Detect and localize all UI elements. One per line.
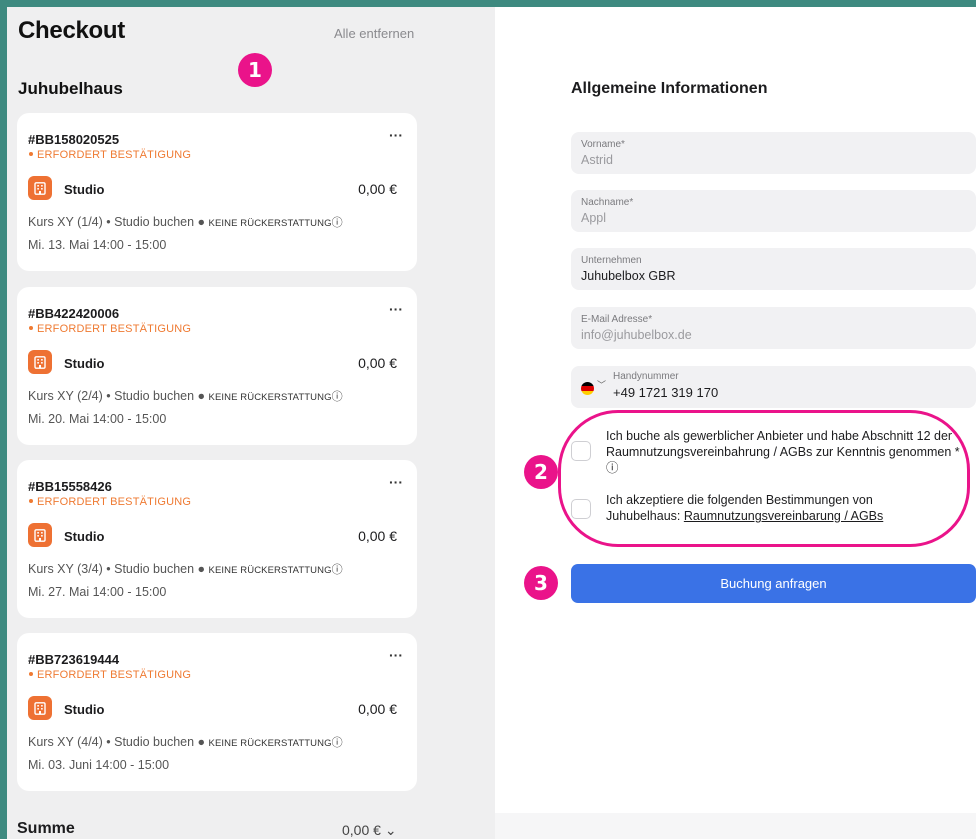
booking-description: Kurs XY (4/4) • Studio buchen ● KEINE RÜ… xyxy=(28,734,343,750)
company-label: Unternehmen xyxy=(581,255,642,266)
footer-bar xyxy=(495,813,976,839)
consent-highlight xyxy=(558,410,970,547)
company-field[interactable]: Unternehmen Juhubelbox GBR xyxy=(571,248,976,290)
building-icon xyxy=(28,350,52,374)
refund-label: KEINE RÜCKERSTATTUNG xyxy=(208,738,332,749)
info-icon[interactable]: ⓘ xyxy=(332,391,343,403)
firstname-value: Astrid xyxy=(581,153,613,167)
sum-toggle[interactable]: 0,00 € ⌄ xyxy=(342,822,397,839)
email-value: info@juhubelbox.de xyxy=(581,328,692,342)
lastname-value: Appl xyxy=(581,211,607,225)
firstname-label: Vorname* xyxy=(581,139,625,150)
booking-time: Mi. 27. Mai 14:00 - 15:00 xyxy=(28,585,167,599)
phone-value: +49 1721 319 170 xyxy=(613,385,719,400)
booking-card: #BB158020525 ··· ERFORDERT BESTÄTIGUNG S… xyxy=(17,113,417,271)
form-panel: Allgemeine Informationen Vorname* Astrid… xyxy=(495,7,976,839)
status-badge: ERFORDERT BESTÄTIGUNG xyxy=(28,669,191,681)
annotation-badge-1: 1 xyxy=(238,53,272,87)
checkout-panel: Checkout Alle entfernen Juhubelhaus #BB1… xyxy=(7,7,495,839)
booking-description: Kurs XY (1/4) • Studio buchen ● KEINE RÜ… xyxy=(28,214,343,230)
room-name: Studio xyxy=(64,702,105,717)
refund-label: KEINE RÜCKERSTATTUNG xyxy=(208,565,332,576)
info-icon[interactable]: ⓘ xyxy=(332,217,343,229)
room-name: Studio xyxy=(64,356,105,371)
booking-number: #BB158020525 xyxy=(28,132,120,147)
booking-card: #BB422420006 ··· ERFORDERT BESTÄTIGUNG S… xyxy=(17,287,417,445)
company-value: Juhubelbox GBR xyxy=(581,269,676,283)
firstname-field[interactable]: Vorname* Astrid xyxy=(571,132,976,174)
status-badge: ERFORDERT BESTÄTIGUNG xyxy=(28,496,191,508)
course-text: Kurs XY (4/4) • Studio buchen ● xyxy=(28,735,209,749)
annotation-badge-3: 3 xyxy=(524,566,558,600)
booking-price: 0,00 € xyxy=(358,701,397,717)
chevron-down-icon[interactable]: ﹀ xyxy=(597,378,606,391)
info-icon[interactable]: ⓘ xyxy=(332,564,343,576)
room-name: Studio xyxy=(64,529,105,544)
status-badge: ERFORDERT BESTÄTIGUNG xyxy=(28,323,191,335)
page-title: Checkout xyxy=(18,17,125,44)
submit-booking-button[interactable]: Buchung anfragen xyxy=(571,564,976,603)
lastname-field[interactable]: Nachname* Appl xyxy=(571,190,976,232)
email-label: E-Mail Adresse* xyxy=(581,314,653,325)
germany-flag-icon[interactable] xyxy=(581,382,594,395)
booking-description: Kurs XY (2/4) • Studio buchen ● KEINE RÜ… xyxy=(28,388,343,404)
sum-label: Summe xyxy=(17,820,75,837)
lastname-label: Nachname* xyxy=(581,197,634,208)
building-icon xyxy=(28,523,52,547)
refund-label: KEINE RÜCKERSTATTUNG xyxy=(208,392,332,403)
app-frame: Checkout Alle entfernen Juhubelhaus #BB1… xyxy=(7,7,976,839)
more-dots-icon[interactable]: ··· xyxy=(389,127,403,143)
booking-time: Mi. 20. Mai 14:00 - 15:00 xyxy=(28,412,167,426)
vendor-name: Juhubelhaus xyxy=(18,79,123,98)
booking-number: #BB422420006 xyxy=(28,306,120,321)
booking-description: Kurs XY (3/4) • Studio buchen ● KEINE RÜ… xyxy=(28,561,343,577)
course-text: Kurs XY (1/4) • Studio buchen ● xyxy=(28,215,209,229)
phone-label: Handynummer xyxy=(613,371,679,382)
more-dots-icon[interactable]: ··· xyxy=(389,647,403,663)
more-dots-icon[interactable]: ··· xyxy=(389,301,403,317)
info-icon[interactable]: ⓘ xyxy=(332,737,343,749)
course-text: Kurs XY (2/4) • Studio buchen ● xyxy=(28,389,209,403)
booking-time: Mi. 13. Mai 14:00 - 15:00 xyxy=(28,238,167,252)
booking-price: 0,00 € xyxy=(358,181,397,197)
phone-field[interactable]: ﹀ Handynummer +49 1721 319 170 xyxy=(571,366,976,408)
email-field[interactable]: E-Mail Adresse* info@juhubelbox.de xyxy=(571,307,976,349)
building-icon xyxy=(28,176,52,200)
booking-card: #BB15558426 ··· ERFORDERT BESTÄTIGUNG St… xyxy=(17,460,417,618)
booking-number: #BB723619444 xyxy=(28,652,120,667)
section-title: Allgemeine Informationen xyxy=(571,80,768,97)
booking-number: #BB15558426 xyxy=(28,479,112,494)
more-dots-icon[interactable]: ··· xyxy=(389,474,403,490)
booking-price: 0,00 € xyxy=(358,528,397,544)
course-text: Kurs XY (3/4) • Studio buchen ● xyxy=(28,562,209,576)
booking-card: #BB723619444 ··· ERFORDERT BESTÄTIGUNG S… xyxy=(17,633,417,791)
status-badge: ERFORDERT BESTÄTIGUNG xyxy=(28,149,191,161)
annotation-badge-2: 2 xyxy=(524,455,558,489)
remove-all-button[interactable]: Alle entfernen xyxy=(334,26,414,41)
refund-label: KEINE RÜCKERSTATTUNG xyxy=(208,218,332,229)
room-name: Studio xyxy=(64,182,105,197)
booking-price: 0,00 € xyxy=(358,355,397,371)
booking-time: Mi. 03. Juni 14:00 - 15:00 xyxy=(28,758,170,772)
building-icon xyxy=(28,696,52,720)
